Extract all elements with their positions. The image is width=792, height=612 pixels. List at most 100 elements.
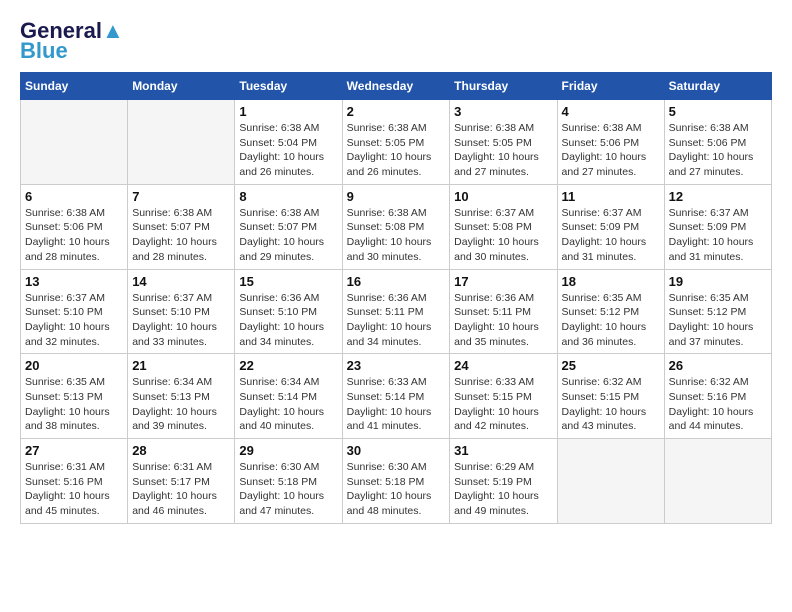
day-info: Sunrise: 6:38 AM Sunset: 5:07 PM Dayligh… [239, 206, 337, 265]
calendar-cell: 5 Sunrise: 6:38 AM Sunset: 5:06 PM Dayli… [664, 100, 771, 185]
calendar-cell: 26 Sunrise: 6:32 AM Sunset: 5:16 PM Dayl… [664, 354, 771, 439]
day-number: 25 [562, 358, 660, 373]
calendar-week-3: 13 Sunrise: 6:37 AM Sunset: 5:10 PM Dayl… [21, 269, 772, 354]
day-info: Sunrise: 6:31 AM Sunset: 5:17 PM Dayligh… [132, 460, 230, 519]
day-number: 7 [132, 189, 230, 204]
calendar-cell: 28 Sunrise: 6:31 AM Sunset: 5:17 PM Dayl… [128, 439, 235, 524]
calendar-cell: 22 Sunrise: 6:34 AM Sunset: 5:14 PM Dayl… [235, 354, 342, 439]
calendar-cell: 12 Sunrise: 6:37 AM Sunset: 5:09 PM Dayl… [664, 184, 771, 269]
calendar-header-row: SundayMondayTuesdayWednesdayThursdayFrid… [21, 73, 772, 100]
calendar-cell: 27 Sunrise: 6:31 AM Sunset: 5:16 PM Dayl… [21, 439, 128, 524]
calendar-cell [557, 439, 664, 524]
day-number: 3 [454, 104, 552, 119]
day-number: 20 [25, 358, 123, 373]
logo-blue: Blue [20, 40, 68, 62]
day-number: 13 [25, 274, 123, 289]
day-number: 24 [454, 358, 552, 373]
day-info: Sunrise: 6:35 AM Sunset: 5:12 PM Dayligh… [669, 291, 767, 350]
day-info: Sunrise: 6:38 AM Sunset: 5:08 PM Dayligh… [347, 206, 446, 265]
day-info: Sunrise: 6:38 AM Sunset: 5:06 PM Dayligh… [669, 121, 767, 180]
day-info: Sunrise: 6:38 AM Sunset: 5:07 PM Dayligh… [132, 206, 230, 265]
day-info: Sunrise: 6:36 AM Sunset: 5:11 PM Dayligh… [347, 291, 446, 350]
calendar-cell: 4 Sunrise: 6:38 AM Sunset: 5:06 PM Dayli… [557, 100, 664, 185]
day-info: Sunrise: 6:36 AM Sunset: 5:10 PM Dayligh… [239, 291, 337, 350]
calendar-cell: 13 Sunrise: 6:37 AM Sunset: 5:10 PM Dayl… [21, 269, 128, 354]
calendar-cell: 2 Sunrise: 6:38 AM Sunset: 5:05 PM Dayli… [342, 100, 450, 185]
day-number: 18 [562, 274, 660, 289]
page-header: General▲ Blue [20, 20, 772, 62]
calendar-cell: 25 Sunrise: 6:32 AM Sunset: 5:15 PM Dayl… [557, 354, 664, 439]
day-number: 27 [25, 443, 123, 458]
calendar-cell: 15 Sunrise: 6:36 AM Sunset: 5:10 PM Dayl… [235, 269, 342, 354]
column-header-monday: Monday [128, 73, 235, 100]
day-number: 23 [347, 358, 446, 373]
calendar-cell [21, 100, 128, 185]
day-info: Sunrise: 6:37 AM Sunset: 5:10 PM Dayligh… [132, 291, 230, 350]
calendar-cell: 3 Sunrise: 6:38 AM Sunset: 5:05 PM Dayli… [450, 100, 557, 185]
day-info: Sunrise: 6:37 AM Sunset: 5:10 PM Dayligh… [25, 291, 123, 350]
day-number: 17 [454, 274, 552, 289]
calendar-cell: 20 Sunrise: 6:35 AM Sunset: 5:13 PM Dayl… [21, 354, 128, 439]
day-info: Sunrise: 6:35 AM Sunset: 5:13 PM Dayligh… [25, 375, 123, 434]
calendar-week-5: 27 Sunrise: 6:31 AM Sunset: 5:16 PM Dayl… [21, 439, 772, 524]
day-number: 29 [239, 443, 337, 458]
day-info: Sunrise: 6:37 AM Sunset: 5:09 PM Dayligh… [562, 206, 660, 265]
calendar-cell [128, 100, 235, 185]
calendar-cell: 9 Sunrise: 6:38 AM Sunset: 5:08 PM Dayli… [342, 184, 450, 269]
day-number: 21 [132, 358, 230, 373]
day-number: 1 [239, 104, 337, 119]
calendar-cell: 14 Sunrise: 6:37 AM Sunset: 5:10 PM Dayl… [128, 269, 235, 354]
day-info: Sunrise: 6:34 AM Sunset: 5:14 PM Dayligh… [239, 375, 337, 434]
calendar-cell: 6 Sunrise: 6:38 AM Sunset: 5:06 PM Dayli… [21, 184, 128, 269]
day-number: 15 [239, 274, 337, 289]
calendar-cell: 24 Sunrise: 6:33 AM Sunset: 5:15 PM Dayl… [450, 354, 557, 439]
calendar-cell: 23 Sunrise: 6:33 AM Sunset: 5:14 PM Dayl… [342, 354, 450, 439]
calendar-body: 1 Sunrise: 6:38 AM Sunset: 5:04 PM Dayli… [21, 100, 772, 524]
day-info: Sunrise: 6:36 AM Sunset: 5:11 PM Dayligh… [454, 291, 552, 350]
calendar-cell: 7 Sunrise: 6:38 AM Sunset: 5:07 PM Dayli… [128, 184, 235, 269]
column-header-friday: Friday [557, 73, 664, 100]
logo: General▲ Blue [20, 20, 124, 62]
day-info: Sunrise: 6:38 AM Sunset: 5:06 PM Dayligh… [25, 206, 123, 265]
calendar-cell: 17 Sunrise: 6:36 AM Sunset: 5:11 PM Dayl… [450, 269, 557, 354]
calendar-week-2: 6 Sunrise: 6:38 AM Sunset: 5:06 PM Dayli… [21, 184, 772, 269]
column-header-saturday: Saturday [664, 73, 771, 100]
calendar-cell: 30 Sunrise: 6:30 AM Sunset: 5:18 PM Dayl… [342, 439, 450, 524]
day-number: 10 [454, 189, 552, 204]
calendar-cell: 21 Sunrise: 6:34 AM Sunset: 5:13 PM Dayl… [128, 354, 235, 439]
day-number: 8 [239, 189, 337, 204]
calendar-cell: 11 Sunrise: 6:37 AM Sunset: 5:09 PM Dayl… [557, 184, 664, 269]
day-number: 4 [562, 104, 660, 119]
day-info: Sunrise: 6:37 AM Sunset: 5:08 PM Dayligh… [454, 206, 552, 265]
day-number: 9 [347, 189, 446, 204]
day-number: 5 [669, 104, 767, 119]
day-info: Sunrise: 6:30 AM Sunset: 5:18 PM Dayligh… [239, 460, 337, 519]
calendar-cell [664, 439, 771, 524]
day-number: 28 [132, 443, 230, 458]
column-header-tuesday: Tuesday [235, 73, 342, 100]
calendar-cell: 8 Sunrise: 6:38 AM Sunset: 5:07 PM Dayli… [235, 184, 342, 269]
day-info: Sunrise: 6:38 AM Sunset: 5:05 PM Dayligh… [454, 121, 552, 180]
calendar-table: SundayMondayTuesdayWednesdayThursdayFrid… [20, 72, 772, 524]
day-info: Sunrise: 6:38 AM Sunset: 5:06 PM Dayligh… [562, 121, 660, 180]
day-number: 16 [347, 274, 446, 289]
calendar-cell: 18 Sunrise: 6:35 AM Sunset: 5:12 PM Dayl… [557, 269, 664, 354]
day-info: Sunrise: 6:38 AM Sunset: 5:05 PM Dayligh… [347, 121, 446, 180]
column-header-wednesday: Wednesday [342, 73, 450, 100]
day-number: 11 [562, 189, 660, 204]
day-info: Sunrise: 6:31 AM Sunset: 5:16 PM Dayligh… [25, 460, 123, 519]
day-number: 6 [25, 189, 123, 204]
calendar-cell: 16 Sunrise: 6:36 AM Sunset: 5:11 PM Dayl… [342, 269, 450, 354]
day-info: Sunrise: 6:32 AM Sunset: 5:16 PM Dayligh… [669, 375, 767, 434]
day-info: Sunrise: 6:32 AM Sunset: 5:15 PM Dayligh… [562, 375, 660, 434]
day-number: 2 [347, 104, 446, 119]
day-info: Sunrise: 6:33 AM Sunset: 5:14 PM Dayligh… [347, 375, 446, 434]
calendar-week-1: 1 Sunrise: 6:38 AM Sunset: 5:04 PM Dayli… [21, 100, 772, 185]
calendar-cell: 10 Sunrise: 6:37 AM Sunset: 5:08 PM Dayl… [450, 184, 557, 269]
day-info: Sunrise: 6:29 AM Sunset: 5:19 PM Dayligh… [454, 460, 552, 519]
day-number: 26 [669, 358, 767, 373]
calendar-cell: 19 Sunrise: 6:35 AM Sunset: 5:12 PM Dayl… [664, 269, 771, 354]
day-info: Sunrise: 6:37 AM Sunset: 5:09 PM Dayligh… [669, 206, 767, 265]
day-info: Sunrise: 6:38 AM Sunset: 5:04 PM Dayligh… [239, 121, 337, 180]
calendar-week-4: 20 Sunrise: 6:35 AM Sunset: 5:13 PM Dayl… [21, 354, 772, 439]
